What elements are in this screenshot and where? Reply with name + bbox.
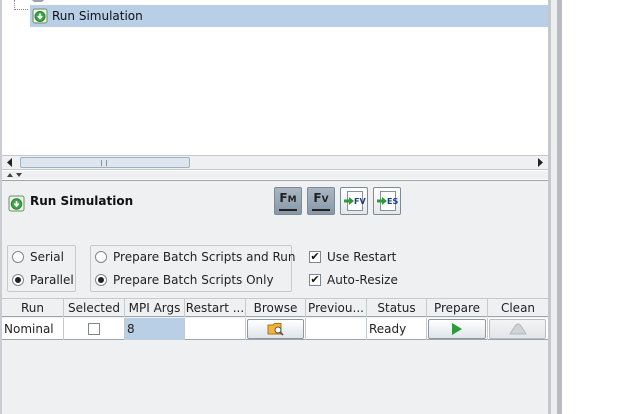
green-arrow-icon — [377, 197, 387, 205]
column-header-mpi-args[interactable]: MPI Args — [125, 299, 185, 317]
column-header-run[interactable]: Run — [2, 299, 64, 317]
underline-decoration — [279, 209, 297, 211]
table-header: Run Selected MPI Args Restart ... Browse… — [2, 298, 548, 317]
cell-selected[interactable] — [64, 318, 125, 340]
checkmark-icon: ✔ — [309, 273, 321, 286]
fv-label: FV — [354, 197, 366, 206]
scroll-left-button[interactable] — [2, 156, 18, 169]
checkmark-icon: ✔ — [309, 250, 321, 263]
underline-decoration — [312, 209, 330, 211]
window-right-border — [557, 0, 562, 414]
panel-title: Run Simulation — [30, 194, 134, 208]
cell-status: Ready — [367, 318, 427, 340]
radio-parallel-label: Parallel — [30, 273, 74, 287]
cell-browse — [246, 318, 306, 340]
auto-resize-label: Auto-Resize — [327, 273, 398, 287]
column-header-prepare[interactable]: Prepare — [427, 299, 488, 317]
es-label: ES — [387, 197, 399, 206]
radio-prepare-only[interactable]: Prepare Batch Scripts Only — [95, 273, 274, 287]
tree-item-run-simulation[interactable]: Run Simulation — [30, 5, 548, 27]
scrollbar-thumb[interactable] — [20, 157, 190, 168]
field-v-icon: FV — [313, 191, 329, 205]
clean-button[interactable] — [489, 319, 546, 339]
split-arrows-icon — [7, 173, 22, 177]
radio-serial[interactable]: Serial — [12, 250, 64, 264]
scrollbar-grip — [101, 160, 107, 166]
run-simulation-panel: Run Simulation FM FV FV ES Serial Parall… — [2, 181, 548, 414]
radio-circle — [12, 251, 24, 263]
column-header-restart[interactable]: Restart ... — [185, 299, 246, 317]
horizontal-scrollbar[interactable] — [2, 155, 548, 170]
run-simulation-icon — [32, 8, 48, 24]
radio-prepare-and-run-label: Prepare Batch Scripts and Run — [113, 250, 296, 264]
scroll-right-button[interactable] — [532, 156, 548, 169]
triangle-right-icon — [538, 158, 543, 167]
triangle-left-icon — [7, 158, 12, 167]
field-m-icon: FM — [279, 191, 297, 205]
cell-previous[interactable] — [306, 318, 367, 340]
green-arrow-icon — [344, 197, 354, 205]
cell-mpi-args[interactable]: 8 — [125, 318, 185, 340]
cell-restart[interactable] — [185, 318, 246, 340]
radio-parallel[interactable]: Parallel — [12, 273, 74, 287]
folder-search-icon — [267, 323, 284, 336]
radio-circle — [95, 251, 107, 263]
prepare-fv-button[interactable]: FV — [340, 187, 368, 215]
radio-prepare-only-label: Prepare Batch Scripts Only — [113, 273, 274, 287]
radio-circle-selected — [95, 274, 107, 286]
auto-resize-checkbox[interactable]: ✔ Auto-Resize — [309, 273, 398, 287]
run-simulation-icon — [8, 195, 25, 212]
use-restart-checkbox[interactable]: ✔ Use Restart — [309, 250, 396, 264]
tree-connector-horizontal — [14, 9, 28, 10]
use-restart-label: Use Restart — [327, 250, 397, 264]
column-header-previous[interactable]: Previou... — [306, 299, 367, 317]
tree-node-icon-partial — [32, 0, 44, 2]
fv-button[interactable]: FV — [307, 187, 335, 215]
selected-checkbox[interactable] — [88, 323, 100, 335]
radio-circle-selected — [12, 274, 24, 286]
radio-serial-label: Serial — [30, 250, 64, 264]
cell-run[interactable]: Nominal — [2, 318, 64, 340]
prepare-es-button[interactable]: ES — [373, 187, 401, 215]
play-icon — [452, 323, 462, 335]
column-header-selected[interactable]: Selected — [64, 299, 125, 317]
tree-item-label: Run Simulation — [52, 9, 143, 23]
column-header-browse[interactable]: Browse — [246, 299, 306, 317]
project-tree[interactable]: Run Simulation — [2, 0, 548, 156]
browse-button[interactable] — [247, 319, 304, 339]
radio-prepare-and-run[interactable]: Prepare Batch Scripts and Run — [95, 250, 296, 264]
eraser-icon — [508, 323, 527, 335]
cell-prepare — [427, 318, 488, 340]
column-header-clean[interactable]: Clean — [488, 299, 548, 317]
prepare-run-button[interactable] — [428, 319, 486, 339]
column-header-status[interactable]: Status — [367, 299, 427, 317]
fm-button[interactable]: FM — [274, 187, 302, 215]
cell-clean — [488, 318, 548, 340]
split-pane-divider[interactable] — [2, 171, 548, 179]
table-row[interactable]: Nominal 8 Ready — [2, 318, 548, 340]
